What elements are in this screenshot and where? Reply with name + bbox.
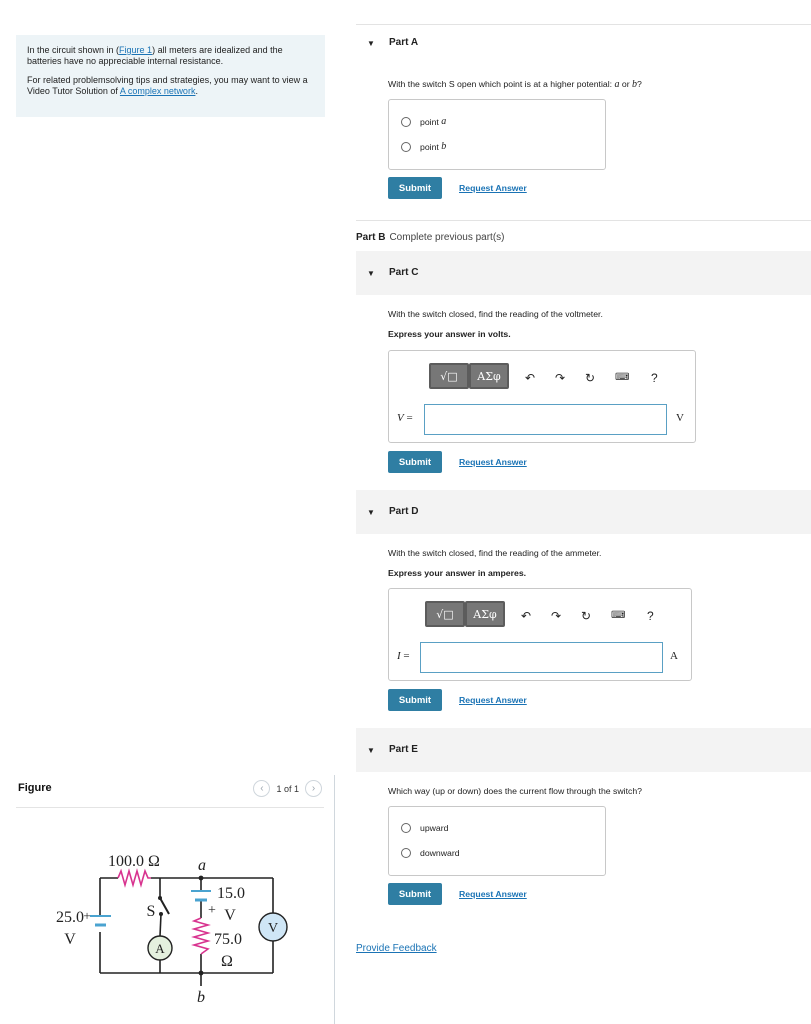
choice-point-b[interactable]: point b <box>401 141 446 152</box>
undo-icon[interactable]: ↶ <box>521 609 531 623</box>
figure-header: Figure ‹ 1 of 1 › <box>16 776 324 808</box>
plus-left: + <box>83 908 90 923</box>
part-a-question: With the switch S open which point is at… <box>388 79 642 90</box>
part-d-header[interactable] <box>356 490 811 534</box>
part-d-answer-input[interactable] <box>420 642 663 673</box>
radio-button[interactable] <box>401 141 411 152</box>
caret-down-icon[interactable]: ▼ <box>367 269 375 278</box>
choice-upward[interactable]: upward <box>401 823 449 833</box>
pager-count: 1 of 1 <box>276 783 299 794</box>
redo-icon[interactable]: ↷ <box>551 609 561 623</box>
part-c-variable: V = <box>397 412 413 424</box>
intro-paragraph-2: For related problemsolving tips and stra… <box>27 75 308 96</box>
help-button[interactable]: ? <box>651 371 658 385</box>
greek-symbols-button[interactable]: ΑΣφ <box>469 363 509 389</box>
chevron-right-icon[interactable]: › <box>305 780 322 797</box>
battery-left-value: 25.0 <box>56 909 84 926</box>
voltmeter-label: V <box>268 921 278 936</box>
part-e-question: Which way (up or down) does the current … <box>388 786 642 796</box>
video-tutor-link[interactable]: A complex network <box>120 86 196 96</box>
redo-icon[interactable]: ↷ <box>555 371 565 385</box>
node-b-label: b <box>197 989 205 1005</box>
column-divider <box>334 775 335 1024</box>
figure-pager: ‹ 1 of 1 › <box>253 780 322 797</box>
part-a-label[interactable]: Part A <box>389 37 418 48</box>
figure-title: Figure <box>18 782 52 794</box>
part-c-question: With the switch closed, find the reading… <box>388 309 603 319</box>
part-divider <box>356 220 811 221</box>
battery-left-unit: V <box>64 931 76 948</box>
templates-button[interactable]: √□ <box>425 601 465 627</box>
caret-down-icon[interactable]: ▼ <box>367 39 375 48</box>
part-d-answer-box: √□ ΑΣφ ↶ ↷ ↻ ⌨ ? I = A <box>388 588 692 681</box>
templates-button[interactable]: √□ <box>429 363 469 389</box>
part-c-label[interactable]: Part C <box>389 267 418 278</box>
part-d-unit: A <box>670 650 678 662</box>
part-a-submit-button[interactable]: Submit <box>388 177 442 199</box>
provide-feedback-link[interactable]: Provide Feedback <box>356 943 437 954</box>
part-e-label[interactable]: Part E <box>389 744 418 755</box>
keyboard-icon[interactable]: ⌨ <box>611 610 625 621</box>
reset-icon[interactable]: ↻ <box>581 609 591 623</box>
chevron-left-icon[interactable]: ‹ <box>253 780 271 797</box>
circuit-diagram: 100.0 Ω a b 25.0 + V 15.0 + V S A V 75.0… <box>56 853 288 1005</box>
switch-label: S <box>147 903 156 920</box>
undo-icon[interactable]: ↶ <box>525 371 535 385</box>
battery-mid-value: 15.0 <box>217 885 245 902</box>
reset-icon[interactable]: ↻ <box>585 371 595 385</box>
caret-down-icon[interactable]: ▼ <box>367 508 375 517</box>
part-a-choices: point a point b <box>388 99 606 170</box>
plus-mid: + <box>208 903 216 918</box>
part-e-header[interactable] <box>356 728 811 772</box>
problem-intro: In the circuit shown in (Figure 1) all m… <box>16 35 325 117</box>
part-c-instruction: Express your answer in volts. <box>388 329 511 339</box>
part-b-label: Part B <box>356 232 386 243</box>
keyboard-icon[interactable]: ⌨ <box>615 372 629 383</box>
part-e-choices: upward downward <box>388 806 606 876</box>
part-c-answer-input[interactable] <box>424 404 667 435</box>
choice-point-a[interactable]: point a <box>401 116 446 127</box>
part-d-submit-button[interactable]: Submit <box>388 689 442 711</box>
ammeter-label: A <box>155 941 165 956</box>
part-d-question: With the switch closed, find the reading… <box>388 548 602 558</box>
part-e-request-answer-link[interactable]: Request Answer <box>459 889 527 899</box>
figure-link[interactable]: Figure 1 <box>119 45 152 55</box>
part-c-unit: V <box>676 412 684 424</box>
radio-button[interactable] <box>401 823 411 833</box>
part-d-variable: I = <box>397 650 410 662</box>
part-d-label[interactable]: Part D <box>389 506 418 517</box>
caret-down-icon[interactable]: ▼ <box>367 746 375 755</box>
choice-downward[interactable]: downward <box>401 848 460 858</box>
part-divider <box>356 24 811 25</box>
part-c-request-answer-link[interactable]: Request Answer <box>459 457 527 467</box>
r-mid-unit: Ω <box>221 953 233 970</box>
intro-paragraph-1: In the circuit shown in (Figure 1) all m… <box>27 45 283 66</box>
part-b-status: Complete previous part(s) <box>389 232 505 243</box>
part-c-header[interactable] <box>356 251 811 295</box>
battery-mid-unit: V <box>224 907 236 924</box>
part-a-request-answer-link[interactable]: Request Answer <box>459 183 527 193</box>
part-c-answer-box: √□ ΑΣφ ↶ ↷ ↻ ⌨ ? V = V <box>388 350 696 443</box>
part-c-submit-button[interactable]: Submit <box>388 451 442 473</box>
part-d-instruction: Express your answer in amperes. <box>388 568 527 578</box>
help-button[interactable]: ? <box>647 609 654 623</box>
r-top-label: 100.0 Ω <box>108 853 160 870</box>
greek-symbols-button[interactable]: ΑΣφ <box>465 601 505 627</box>
node-a-label: a <box>198 857 206 874</box>
radio-button[interactable] <box>401 116 411 127</box>
part-b-header: Part B Complete previous part(s) <box>356 232 505 243</box>
part-e-submit-button[interactable]: Submit <box>388 883 442 905</box>
part-d-request-answer-link[interactable]: Request Answer <box>459 695 527 705</box>
radio-button[interactable] <box>401 848 411 858</box>
r-mid-value: 75.0 <box>214 931 242 948</box>
